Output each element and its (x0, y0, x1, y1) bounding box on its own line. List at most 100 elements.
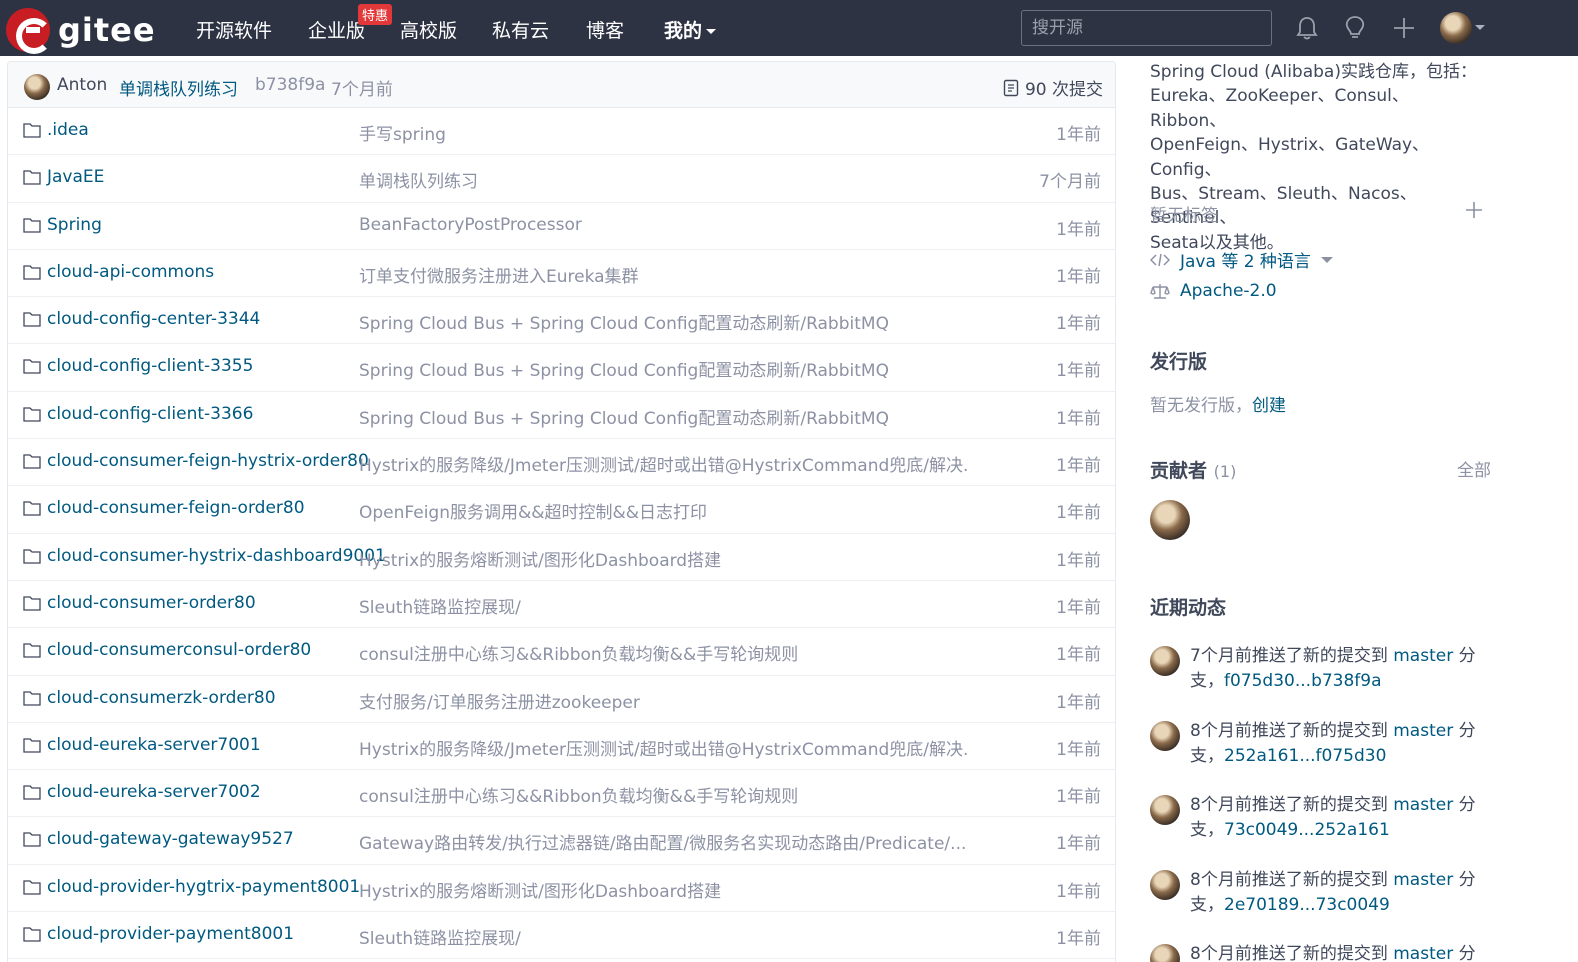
license-link[interactable]: Apache-2.0 (1150, 281, 1277, 301)
nav-enterprise[interactable]: 企业版 (308, 16, 365, 43)
folder-icon (23, 454, 41, 469)
file-commit-message[interactable]: Hystrix的服务熔断测试/图形化Dashboard搭建 (359, 877, 721, 902)
file-name-link[interactable]: cloud-config-client-3366 (47, 404, 253, 424)
file-name-link[interactable]: cloud-eureka-server7002 (47, 782, 261, 802)
activity-avatar[interactable] (1150, 795, 1180, 825)
search-input[interactable] (1021, 10, 1272, 46)
promo-badge: 特惠 (358, 4, 393, 25)
folder-icon (23, 596, 41, 611)
gitee-logo[interactable]: gitee (6, 8, 156, 54)
file-commit-message[interactable]: consul注册中心练习&&Ribbon负载均衡&&手写轮询规则 (359, 782, 798, 807)
nav-private-cloud[interactable]: 私有云 (492, 16, 549, 43)
file-commit-message[interactable]: BeanFactoryPostProcessor (359, 215, 582, 235)
commit-author[interactable]: Anton (57, 75, 107, 95)
folder-icon (23, 927, 41, 942)
file-commit-message[interactable]: Spring Cloud Bus + Spring Cloud Config配置… (359, 309, 889, 334)
bell-icon[interactable] (1293, 14, 1321, 42)
chevron-down-icon (706, 29, 717, 34)
commit-range-link[interactable]: 73c0049...252a161 (1224, 820, 1390, 840)
commit-range-link[interactable]: 2e70189...73c0049 (1224, 895, 1390, 915)
nav-open-source[interactable]: 开源软件 (196, 16, 272, 43)
nav-blog[interactable]: 博客 (586, 16, 624, 43)
contributors-all-link[interactable]: 全部 (1457, 456, 1491, 481)
releases-empty: 暂无发行版，创建 (1150, 391, 1286, 416)
file-name-link[interactable]: cloud-provider-payment8001 (47, 924, 294, 944)
folder-icon (23, 265, 41, 280)
releases-title: 发行版 (1150, 351, 1208, 373)
activity-text: 8个月前推送了新的提交到 master 分支，2e70189...73c0049 (1190, 868, 1490, 918)
commit-range-link[interactable]: 252a161...f075d30 (1224, 746, 1386, 766)
file-commit-message[interactable]: Gateway路由转发/执行过滤器链/路由配置/微服务名实现动态路由/Predi… (359, 829, 966, 854)
activity-avatar[interactable] (1150, 870, 1180, 900)
commit-count-link[interactable]: 90 次提交 (1003, 75, 1103, 100)
file-commit-message[interactable]: 支付服务/订单服务注册进zookeeper (359, 688, 640, 713)
activity-desc: 7个月前推送了新的提交到 (1190, 646, 1394, 666)
plus-icon[interactable] (1390, 14, 1418, 42)
contributor-avatar[interactable] (1150, 500, 1190, 540)
branch-link[interactable]: master (1393, 646, 1453, 666)
file-name-link[interactable]: cloud-consumer-feign-order80 (47, 498, 305, 518)
file-name-link[interactable]: cloud-consumerconsul-order80 (47, 640, 311, 660)
file-name-link[interactable]: cloud-api-commons (47, 262, 214, 282)
file-commit-time: 1年前 (1056, 266, 1101, 287)
file-name-link[interactable]: JavaEE (47, 167, 104, 187)
commit-message[interactable]: 单调栈队列练习 (119, 75, 238, 100)
file-commit-time: 1年前 (1056, 456, 1101, 477)
create-release-link[interactable]: 创建 (1252, 396, 1286, 416)
file-name-link[interactable]: .idea (47, 120, 89, 140)
user-avatar[interactable] (1440, 12, 1472, 44)
file-commit-message[interactable]: Hystrix的服务降级/Jmeter压测测试/超时或出错@HystrixCom… (359, 735, 969, 760)
nav-mine[interactable]: 我的 (664, 16, 717, 43)
lightbulb-icon[interactable] (1341, 14, 1369, 42)
branch-link[interactable]: master (1393, 870, 1453, 890)
file-name-link[interactable]: cloud-provider-hygtrix-payment8001 (47, 877, 360, 897)
languages-dropdown[interactable]: Java 等 2 种语言 (1150, 247, 1333, 272)
file-commit-message[interactable]: 手写spring (359, 120, 446, 145)
branch-link[interactable]: master (1393, 944, 1453, 962)
commit-author-avatar[interactable] (24, 74, 50, 100)
file-name-link[interactable]: Spring (47, 215, 102, 235)
nav-university[interactable]: 高校版 (400, 16, 457, 43)
branch-link[interactable]: master (1393, 795, 1453, 815)
commit-sha[interactable]: b738f9a (255, 75, 325, 95)
file-commit-message[interactable]: consul注册中心练习&&Ribbon负载均衡&&手写轮询规则 (359, 640, 798, 665)
file-row: cloud-consumerzk-order80 支付服务/订单服务注册进zook… (8, 676, 1115, 723)
file-commit-time: 1年前 (1056, 361, 1101, 382)
add-tag-plus-icon[interactable] (1464, 200, 1484, 220)
activity-avatar[interactable] (1150, 646, 1180, 676)
file-commit-message[interactable]: Sleuth链路监控展现/ (359, 924, 521, 949)
commit-time: 7个月前 (331, 80, 393, 100)
commit-range-link[interactable]: f075d30...b738f9a (1224, 671, 1382, 691)
file-commit-message[interactable]: Hystrix的服务熔断测试/图形化Dashboard搭建 (359, 546, 721, 571)
chevron-down-icon[interactable] (1475, 25, 1485, 30)
file-name-link[interactable]: cloud-config-client-3355 (47, 356, 253, 376)
file-row: JavaEE 单调栈队列练习 7个月前 (8, 155, 1115, 203)
contributors-title: 贡献者 (1) (1150, 456, 1236, 483)
file-commit-message[interactable]: OpenFeign服务调用&&超时控制&&日志打印 (359, 498, 707, 523)
file-name-link[interactable]: cloud-config-center-3344 (47, 309, 260, 329)
no-tags-text: 暂无标签 (1150, 206, 1218, 226)
activity-avatar[interactable] (1150, 944, 1180, 962)
file-commit-message[interactable]: Sleuth链路监控展现/ (359, 593, 521, 618)
file-row: cloud-consumer-feign-order80 OpenFeign服务调… (8, 486, 1115, 534)
folder-icon (23, 880, 41, 895)
file-name-link[interactable]: cloud-consumer-hystrix-dashboard9001 (47, 546, 386, 566)
branch-link[interactable]: master (1393, 721, 1453, 741)
license-label: Apache-2.0 (1180, 281, 1277, 301)
folder-icon (23, 359, 41, 375)
file-name-link[interactable]: cloud-consumerzk-order80 (47, 688, 276, 708)
file-name-link[interactable]: cloud-gateway-gateway9527 (47, 829, 294, 849)
file-name-link[interactable]: cloud-consumer-order80 (47, 593, 256, 613)
file-commit-message[interactable]: 单调栈队列练习 (359, 167, 478, 192)
file-commit-time: 1年前 (1056, 408, 1101, 429)
file-commit-message[interactable]: Hystrix的服务降级/Jmeter压测测试/超时或出错@HystrixCom… (359, 451, 969, 476)
file-commit-message[interactable]: Spring Cloud Bus + Spring Cloud Config配置… (359, 356, 889, 381)
file-row: cloud-consumer-order80 Sleuth链路监控展现/1年前 (8, 581, 1115, 629)
file-commit-message[interactable]: Spring Cloud Bus + Spring Cloud Config配置… (359, 404, 889, 429)
file-commit-time: 1年前 (1056, 881, 1101, 902)
file-commit-message[interactable]: 订单支付微服务注册进入Eureka集群 (359, 262, 639, 287)
file-name-link[interactable]: cloud-eureka-server7001 (47, 735, 261, 755)
file-name-link[interactable]: cloud-consumer-feign-hystrix-order80 (47, 451, 369, 471)
file-row: cloud-consumer-feign-hystrix-order80 Hyst… (8, 439, 1115, 487)
activity-avatar[interactable] (1150, 721, 1180, 751)
